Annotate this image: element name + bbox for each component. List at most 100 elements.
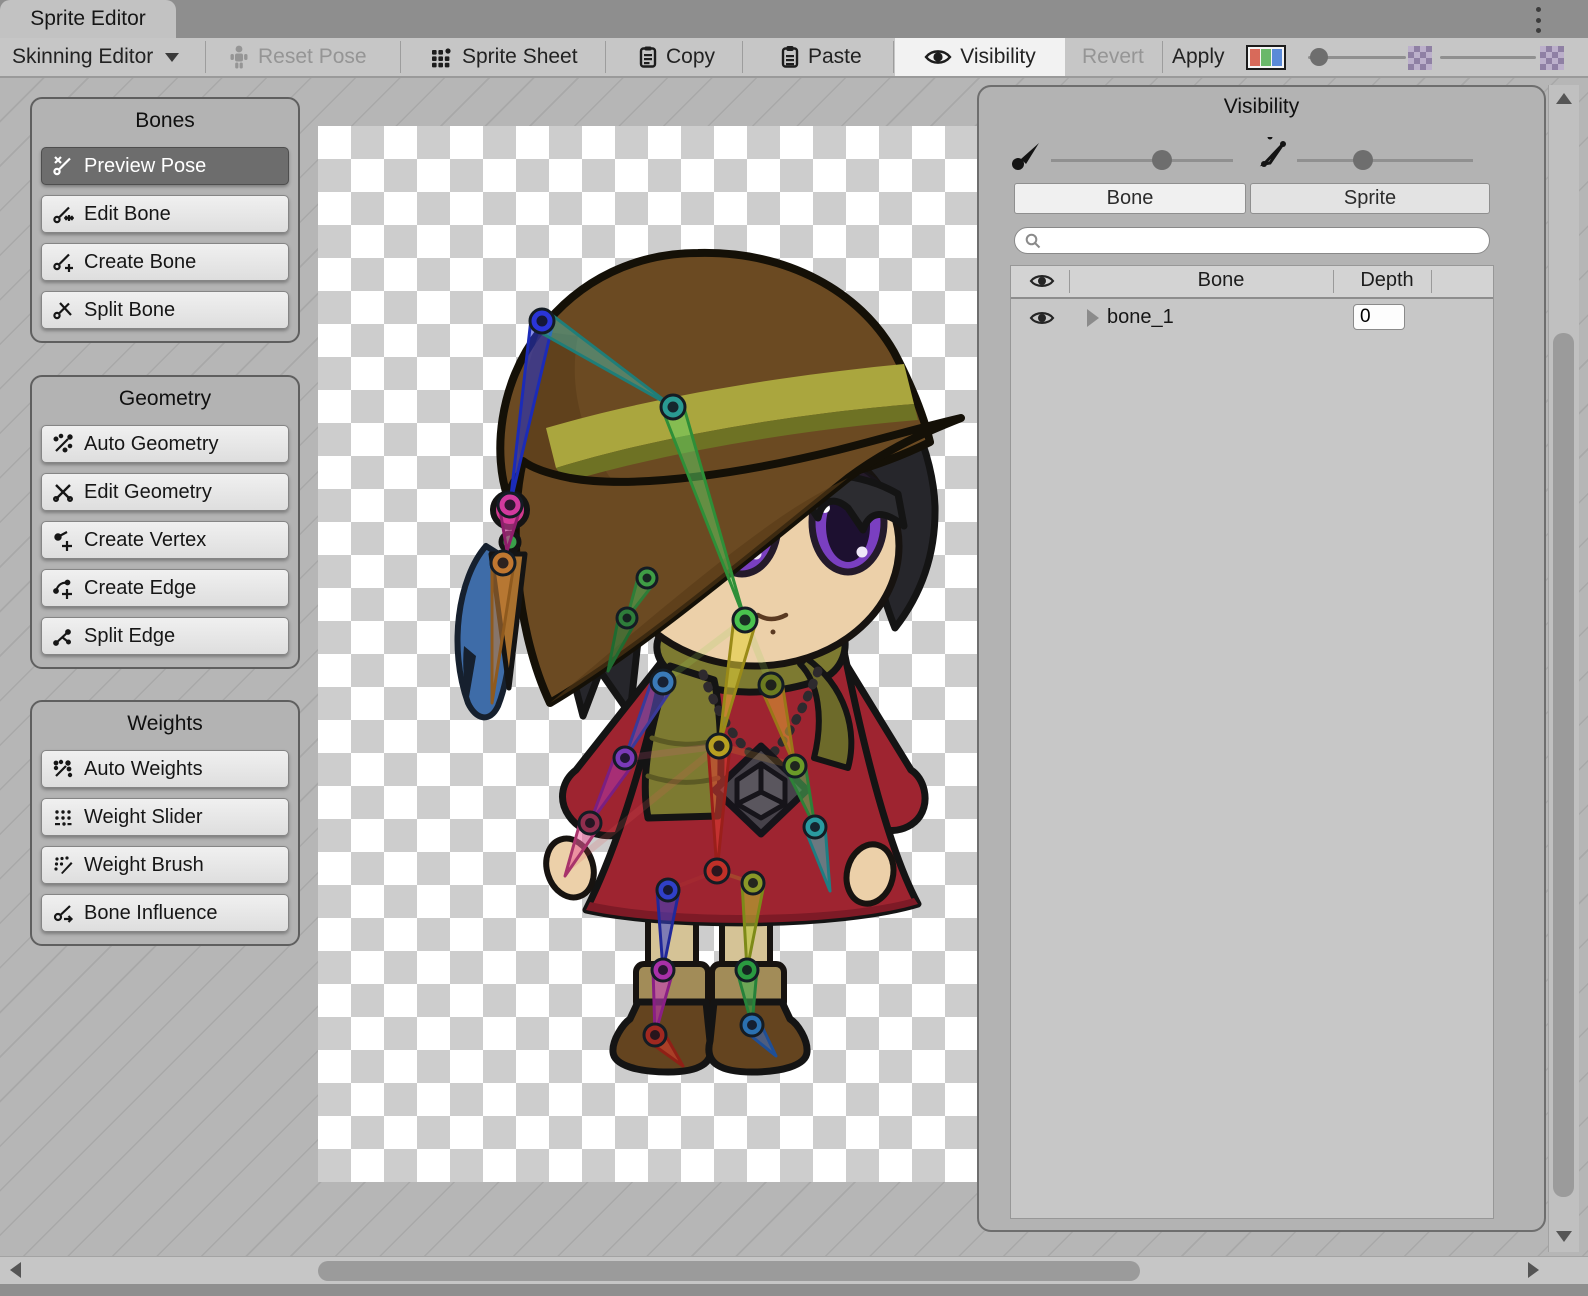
mesh-opacity-icon — [1255, 137, 1291, 173]
tab-title: Sprite Editor — [30, 7, 146, 31]
eye-icon — [924, 47, 952, 67]
mode-dropdown[interactable]: Skinning Editor — [12, 38, 179, 76]
row-visibility-eye-icon[interactable] — [1029, 309, 1055, 327]
bone-influence-button[interactable]: Bone Influence — [41, 894, 289, 932]
tab-sprite[interactable]: Sprite — [1250, 183, 1490, 214]
weight-slider-button[interactable]: Weight Slider — [41, 798, 289, 836]
alpha-checker-icon — [1540, 46, 1564, 70]
bone-visibility-table: Bone Depth bone_1 — [1010, 265, 1494, 1219]
weights-panel-title: Weights — [32, 708, 298, 740]
sprite-sheet-label: Sprite Sheet — [462, 45, 578, 69]
column-bone[interactable]: Bone — [1131, 269, 1311, 292]
sprite-canvas[interactable] — [318, 126, 978, 1182]
opacity-slider-1-knob[interactable] — [1310, 48, 1328, 66]
mannequin-icon — [228, 45, 250, 69]
split-edge-label: Split Edge — [84, 625, 175, 648]
scroll-right-icon[interactable] — [1528, 1262, 1539, 1278]
apply-label: Apply — [1172, 45, 1225, 69]
toolbar-separator — [1162, 41, 1163, 73]
search-icon — [1024, 232, 1042, 250]
scroll-left-icon[interactable] — [10, 1262, 21, 1278]
scroll-down-icon[interactable] — [1556, 1231, 1572, 1242]
weight-brush-button[interactable]: Weight Brush — [41, 846, 289, 884]
bone-opacity-slider-track[interactable] — [1051, 159, 1233, 162]
bones-panel-title: Bones — [32, 105, 298, 137]
copy-label: Copy — [666, 45, 715, 69]
expander-triangle-icon[interactable] — [1087, 309, 1099, 327]
chevron-down-icon — [165, 53, 179, 62]
table-header: Bone Depth — [1011, 266, 1493, 299]
copy-button[interactable]: Copy — [638, 38, 715, 76]
create-vertex-button[interactable]: Create Vertex — [41, 521, 289, 559]
auto-weights-button[interactable]: Auto Weights — [41, 750, 289, 788]
bone-name[interactable]: bone_1 — [1107, 306, 1174, 329]
scroll-up-icon[interactable] — [1556, 93, 1572, 104]
create-bone-label: Create Bone — [84, 251, 196, 274]
auto-geometry-button[interactable]: Auto Geometry — [41, 425, 289, 463]
mesh-opacity-slider-track[interactable] — [1297, 159, 1473, 162]
window-menu-kebab-icon[interactable] — [1532, 7, 1544, 33]
tab-sprite-label: Sprite — [1344, 187, 1396, 210]
preview-pose-button[interactable]: Preview Pose — [41, 147, 289, 185]
depth-input[interactable] — [1353, 304, 1405, 330]
column-depth[interactable]: Depth — [1347, 269, 1427, 292]
auto-weights-label: Auto Weights — [84, 758, 203, 781]
mode-dropdown-label: Skinning Editor — [12, 45, 153, 69]
eye-column-icon[interactable] — [1029, 272, 1055, 290]
toolbar-separator — [400, 41, 401, 73]
mesh-opacity-slider-knob[interactable] — [1353, 150, 1373, 170]
horizontal-scrollbar[interactable] — [0, 1256, 1588, 1285]
color-swatch-button[interactable] — [1246, 45, 1286, 70]
copy-icon — [638, 45, 658, 69]
bone-influence-icon — [52, 902, 74, 924]
toolbar: Skinning Editor Reset Pose Sprite Sheet … — [0, 38, 1588, 78]
edit-bone-label: Edit Bone — [84, 203, 171, 226]
revert-button[interactable]: Revert — [1082, 38, 1144, 76]
edit-geometry-button[interactable]: Edit Geometry — [41, 473, 289, 511]
visibility-toggle-button[interactable]: Visibility — [895, 38, 1065, 76]
weight-brush-label: Weight Brush — [84, 854, 204, 877]
paste-button[interactable]: Paste — [780, 38, 862, 76]
reset-pose-button[interactable]: Reset Pose — [228, 38, 367, 76]
toolbar-separator — [893, 41, 894, 73]
apply-button[interactable]: Apply — [1172, 38, 1225, 76]
tab-sprite-editor[interactable]: Sprite Editor — [0, 0, 176, 38]
bones-panel: Bones Preview Pose Edit Bone Create Bone… — [30, 97, 300, 343]
create-bone-icon — [52, 251, 74, 273]
paste-icon — [780, 45, 800, 69]
split-edge-button[interactable]: Split Edge — [41, 617, 289, 655]
paste-label: Paste — [808, 45, 862, 69]
split-bone-button[interactable]: Split Bone — [41, 291, 289, 329]
vertical-scrollbar-thumb[interactable] — [1553, 333, 1574, 1197]
search-input[interactable] — [1014, 227, 1490, 254]
create-bone-button[interactable]: Create Bone — [41, 243, 289, 281]
preview-pose-icon — [52, 155, 74, 177]
bone-opacity-slider-knob[interactable] — [1152, 150, 1172, 170]
tab-bone-label: Bone — [1107, 187, 1154, 210]
split-bone-label: Split Bone — [84, 299, 175, 322]
auto-weights-icon — [52, 758, 74, 780]
geometry-panel-title: Geometry — [32, 383, 298, 415]
weight-brush-icon — [52, 854, 74, 876]
table-row[interactable]: bone_1 — [1011, 299, 1493, 337]
geometry-panel: Geometry Auto Geometry Edit Geometry Cre… — [30, 375, 300, 669]
bone-influence-label: Bone Influence — [84, 902, 217, 925]
reset-pose-label: Reset Pose — [258, 45, 367, 69]
create-edge-icon — [52, 577, 74, 599]
auto-geometry-label: Auto Geometry — [84, 433, 219, 456]
bone-opacity-icon — [1009, 137, 1045, 173]
split-edge-icon — [52, 625, 74, 647]
edit-geometry-label: Edit Geometry — [84, 481, 212, 504]
split-bone-icon — [52, 299, 74, 321]
tab-bone[interactable]: Bone — [1014, 183, 1246, 214]
horizontal-scrollbar-thumb[interactable] — [318, 1261, 1140, 1281]
create-edge-button[interactable]: Create Edge — [41, 569, 289, 607]
toolbar-separator — [742, 41, 743, 73]
visibility-panel: Visibility Bone Sprite — [977, 85, 1546, 1232]
opacity-slider-2-track[interactable] — [1440, 56, 1536, 59]
revert-label: Revert — [1082, 45, 1144, 69]
edit-bone-button[interactable]: Edit Bone — [41, 195, 289, 233]
vertical-scrollbar[interactable] — [1548, 85, 1579, 1252]
sprite-sheet-button[interactable]: Sprite Sheet — [430, 38, 578, 76]
character-sprite — [318, 126, 978, 1182]
